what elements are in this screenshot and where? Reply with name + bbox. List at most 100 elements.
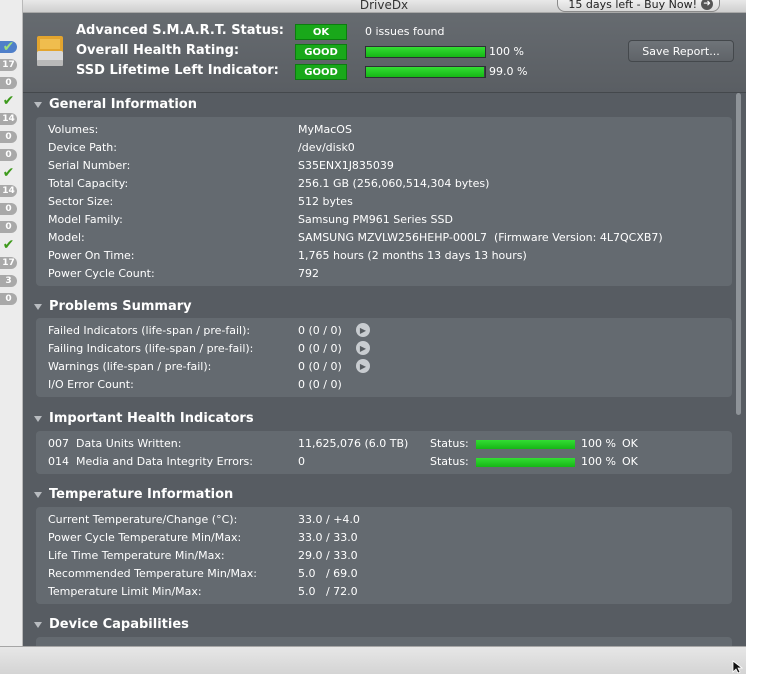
health-rating-badge: GOOD	[295, 44, 347, 60]
sidebar-count-badge[interactable]: 0	[0, 149, 17, 161]
general-row-value: 1,765 hours (2 months 13 days 13 hours)	[298, 249, 527, 262]
health-indicator-status-label: Status:	[430, 437, 469, 450]
general-row-label: Power On Time:	[48, 249, 135, 262]
sidebar-check-icon[interactable]: ✔	[0, 93, 17, 109]
ssd-lifetime-percent: 99.0 %	[489, 65, 528, 78]
health-indicator-bar-fill	[476, 440, 575, 449]
sidebar-check-icon[interactable]: ✔	[0, 165, 17, 181]
health-indicator-bar-fill	[476, 458, 575, 467]
problem-row-value: 0 (0 / 0)	[298, 324, 342, 337]
sidebar-count-badge[interactable]: 17	[0, 257, 17, 269]
save-report-button[interactable]: Save Report...	[628, 40, 734, 62]
health-indicator-label: 014 Media and Data Integrity Errors:	[48, 455, 253, 468]
sidebar-count-badge[interactable]: 3	[0, 275, 17, 287]
general-info-header[interactable]: General Information	[34, 97, 197, 112]
problems-summary-title: Problems Summary	[49, 299, 192, 314]
buy-now-button[interactable]: 15 days left - Buy Now! ➜	[557, 0, 720, 12]
arrow-right-icon: ➜	[701, 0, 713, 10]
general-row-label: Power Cycle Count:	[48, 267, 155, 280]
temperature-info-title: Temperature Information	[49, 487, 234, 502]
temperature-row-label: Power Cycle Temperature Min/Max:	[48, 531, 242, 544]
temperature-row-value: 5.0 / 69.0	[298, 567, 358, 580]
temperature-row-value: 5.0 / 72.0	[298, 585, 358, 598]
general-info-title: General Information	[49, 97, 197, 112]
device-capabilities-header[interactable]: Device Capabilities	[34, 617, 189, 632]
sidebar-check-icon[interactable]: ✔	[0, 237, 17, 253]
sidebar: ✔ 17 0 ✔ 14 0 0 ✔ 14 0 0 ✔ 17 3 0	[0, 0, 23, 646]
problem-row-label: Warnings (life-span / pre-fail):	[48, 360, 212, 373]
sidebar-count-badge[interactable]: 17	[0, 59, 17, 71]
show-details-arrow-icon[interactable]: ▶	[356, 341, 370, 355]
health-indicators-title: Important Health Indicators	[49, 411, 254, 426]
health-indicator-state: OK	[622, 437, 638, 450]
general-row-label: Model:	[48, 231, 85, 244]
problem-row-value: 0 (0 / 0)	[298, 342, 342, 355]
general-info-panel: Volumes: MyMacOS Device Path: /dev/disk0 Ser…	[36, 117, 732, 286]
smart-status-text: 0 issues found	[365, 25, 445, 38]
temperature-row-value: 33.0 / +4.0	[298, 513, 360, 526]
problem-row-label: Failed Indicators (life-span / pre-fail)…	[48, 324, 251, 337]
scrollbar-thumb[interactable]	[736, 93, 741, 415]
problem-row-value: 0 (0 / 0)	[298, 360, 342, 373]
ssd-lifetime-label: SSD Lifetime Left Indicator:	[76, 63, 279, 78]
health-rating-label: Overall Health Rating:	[76, 43, 240, 58]
general-row-value: 256.1 GB (256,060,514,304 bytes)	[298, 177, 490, 190]
disclosure-triangle-icon	[34, 303, 42, 310]
general-row-value: S35ENX1J835039	[298, 159, 394, 172]
sidebar-count-badge[interactable]: 0	[0, 221, 17, 233]
temperature-row-value: 33.0 / 33.0	[298, 531, 358, 544]
status-bar	[0, 646, 746, 674]
health-indicator-label: 007 Data Units Written:	[48, 437, 182, 450]
health-indicator-bar	[476, 458, 575, 467]
sidebar-count-badge[interactable]: 14	[0, 185, 17, 197]
health-indicator-bar	[476, 440, 575, 449]
health-indicators-panel: 007 Data Units Written: 11,625,076 (6.0 T…	[36, 431, 732, 474]
status-header: Advanced S.M.A.R.T. Status: OK 0 issues …	[23, 13, 746, 93]
temperature-row-value: 29.0 / 33.0	[298, 549, 358, 562]
vertical-scrollbar[interactable]	[734, 93, 743, 646]
resize-handle-icon[interactable]	[732, 660, 744, 674]
health-indicator-value: 11,625,076 (6.0 TB)	[298, 437, 409, 450]
smart-status-label: Advanced S.M.A.R.T. Status:	[76, 23, 284, 38]
problems-summary-header[interactable]: Problems Summary	[34, 299, 192, 314]
general-row-label: Total Capacity:	[48, 177, 129, 190]
health-indicator-percent: 100 %	[581, 437, 616, 450]
general-row-value: /dev/disk0	[298, 141, 355, 154]
general-row-label: Device Path:	[48, 141, 117, 154]
disclosure-triangle-icon	[34, 621, 42, 628]
health-indicator-state: OK	[622, 455, 638, 468]
general-row-value: MyMacOS	[298, 123, 352, 136]
disclosure-triangle-icon	[34, 491, 42, 498]
show-details-arrow-icon[interactable]: ▶	[356, 359, 370, 373]
sidebar-count-badge[interactable]: 0	[0, 131, 17, 143]
temperature-row-label: Current Temperature/Change (°C):	[48, 513, 238, 526]
general-row-value: 512 bytes	[298, 195, 353, 208]
general-row-label: Serial Number:	[48, 159, 131, 172]
general-row-label: Model Family:	[48, 213, 123, 226]
temperature-row-label: Temperature Limit Min/Max:	[48, 585, 202, 598]
general-row-label: Volumes:	[48, 123, 99, 136]
show-details-arrow-icon[interactable]: ▶	[356, 323, 370, 337]
ssd-lifetime-bar-fill	[366, 67, 484, 77]
disclosure-triangle-icon	[34, 415, 42, 422]
general-row-value: Samsung PM961 Series SSD	[298, 213, 453, 226]
health-indicator-percent: 100 %	[581, 455, 616, 468]
sidebar-count-badge[interactable]: 0	[0, 203, 17, 215]
ssd-lifetime-badge: GOOD	[295, 64, 347, 80]
sidebar-count-badge[interactable]: 0	[0, 77, 17, 89]
temperature-row-label: Recommended Temperature Min/Max:	[48, 567, 257, 580]
device-capabilities-panel	[36, 637, 732, 646]
device-capabilities-title: Device Capabilities	[49, 617, 189, 632]
health-indicators-header[interactable]: Important Health Indicators	[34, 411, 254, 426]
temperature-info-header[interactable]: Temperature Information	[34, 487, 233, 502]
general-row-value: 792	[298, 267, 319, 280]
sidebar-count-badge[interactable]: 14	[0, 113, 17, 125]
health-indicator-value: 0	[298, 455, 305, 468]
buy-now-label: 15 days left - Buy Now!	[568, 0, 697, 11]
smart-status-badge: OK	[295, 24, 347, 40]
problem-row-label: Failing Indicators (life-span / pre-fail…	[48, 342, 254, 355]
sidebar-count-badge[interactable]: 0	[0, 293, 17, 305]
problems-summary-panel: Failed Indicators (life-span / pre-fail)…	[36, 318, 732, 397]
sidebar-check-icon[interactable]: ✔	[0, 39, 17, 55]
general-row-label: Sector Size:	[48, 195, 114, 208]
